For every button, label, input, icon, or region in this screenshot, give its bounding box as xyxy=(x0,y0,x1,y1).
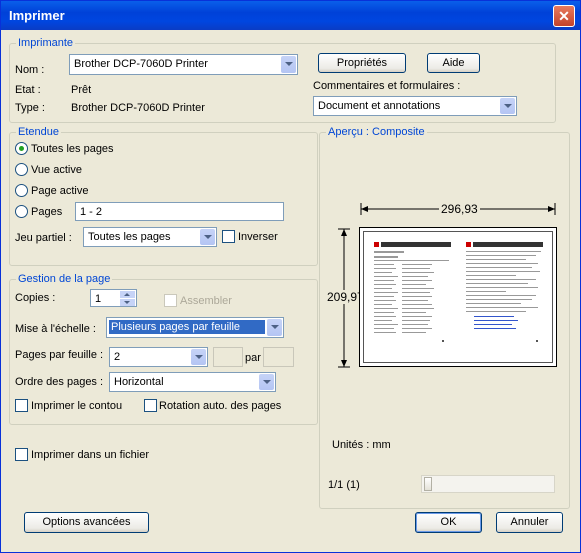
print-to-file-label[interactable]: Imprimer dans un fichier xyxy=(31,449,149,461)
ok-button[interactable]: OK xyxy=(415,512,482,533)
scaling-select[interactable]: Plusieurs pages par feuille xyxy=(106,317,284,338)
slider-thumb[interactable] xyxy=(424,477,432,491)
pages-per-sheet-rows xyxy=(263,347,294,367)
pages-per-sheet-cols xyxy=(213,347,243,367)
printer-name-label: Nom : xyxy=(15,64,45,76)
current-view-label[interactable]: Vue active xyxy=(31,164,82,176)
print-to-file-checkbox[interactable] xyxy=(15,448,28,461)
pages-per-sheet-select[interactable]: 2 xyxy=(109,347,208,367)
units-label: Unités : mm xyxy=(332,439,391,451)
close-icon: ✕ xyxy=(558,8,570,24)
advanced-options-button[interactable]: Options avancées xyxy=(24,512,149,533)
radio-pages[interactable] xyxy=(15,205,28,218)
reverse-checkbox[interactable] xyxy=(222,230,235,243)
chevron-down-icon xyxy=(500,98,515,114)
current-page-label[interactable]: Page active xyxy=(31,185,88,197)
copies-label: Copies : xyxy=(15,292,56,304)
scaling-label: Mise à l'échelle : xyxy=(15,323,96,335)
spin-buttons[interactable] xyxy=(120,291,135,306)
chevron-down-icon xyxy=(281,56,296,73)
by-label: par xyxy=(245,352,261,364)
decrement-icon[interactable] xyxy=(120,299,135,306)
close-button[interactable]: ✕ xyxy=(553,5,575,27)
pages-label[interactable]: Pages xyxy=(31,206,62,218)
print-border-label[interactable]: Imprimer le contou xyxy=(31,400,122,412)
printer-legend: Imprimante xyxy=(16,37,76,49)
window-title: Imprimer xyxy=(9,8,65,23)
printer-type-label: Type : xyxy=(15,102,45,114)
print-dialog: Imprimer ✕ Imprimante Nom : Brother DCP-… xyxy=(0,0,581,553)
increment-icon[interactable] xyxy=(120,291,135,298)
printer-status-label: Etat : xyxy=(15,84,41,96)
printer-name-select[interactable]: Brother DCP-7060D Printer xyxy=(69,54,298,75)
pages-per-sheet-label: Pages par feuille : xyxy=(15,349,104,361)
chevron-down-icon xyxy=(259,374,274,390)
all-pages-label[interactable]: Toutes les pages xyxy=(31,143,114,155)
properties-button[interactable]: Propriétés xyxy=(318,53,406,73)
radio-current-page[interactable] xyxy=(15,184,28,197)
title-bar: Imprimer ✕ xyxy=(1,1,580,30)
radio-current-view[interactable] xyxy=(15,163,28,176)
print-border-checkbox[interactable] xyxy=(15,399,28,412)
preview-legend: Aperçu : Composite xyxy=(326,126,427,138)
preview-page-thumbnails xyxy=(374,242,543,342)
radio-all-pages[interactable] xyxy=(15,142,28,155)
page-counter: 1/1 (1) xyxy=(328,479,360,491)
page-order-label: Ordre des pages : xyxy=(15,376,104,388)
subset-select[interactable]: Toutes les pages xyxy=(83,227,217,247)
cancel-button[interactable]: Annuler xyxy=(496,512,563,533)
page-handling-legend: Gestion de la page xyxy=(16,273,113,285)
page-slider[interactable] xyxy=(421,475,555,493)
range-legend: Etendue xyxy=(16,126,61,138)
subset-label: Jeu partiel : xyxy=(15,232,72,244)
collate-label: Assembler xyxy=(180,295,232,307)
collate-checkbox[interactable] xyxy=(164,294,177,307)
chevron-down-icon xyxy=(191,349,206,365)
reverse-label[interactable]: Inverser xyxy=(238,231,278,243)
copies-stepper[interactable]: 1 xyxy=(90,289,137,307)
auto-rotate-label[interactable]: Rotation auto. des pages xyxy=(159,400,281,412)
auto-rotate-checkbox[interactable] xyxy=(144,399,157,412)
pages-range-input[interactable]: 1 - 2 xyxy=(75,202,284,221)
page-order-select[interactable]: Horizontal xyxy=(109,372,276,392)
comments-label: Commentaires et formulaires : xyxy=(313,80,461,92)
help-button[interactable]: Aide xyxy=(427,53,480,73)
preview-width-value: 296,93 xyxy=(439,202,480,216)
chevron-down-icon xyxy=(200,229,215,245)
comments-select[interactable]: Document et annotations xyxy=(313,96,517,116)
chevron-down-icon xyxy=(267,319,282,336)
printer-status-value: Prêt xyxy=(71,84,92,96)
preview-sheet xyxy=(359,227,557,367)
printer-type-value: Brother DCP-7060D Printer xyxy=(71,102,205,114)
